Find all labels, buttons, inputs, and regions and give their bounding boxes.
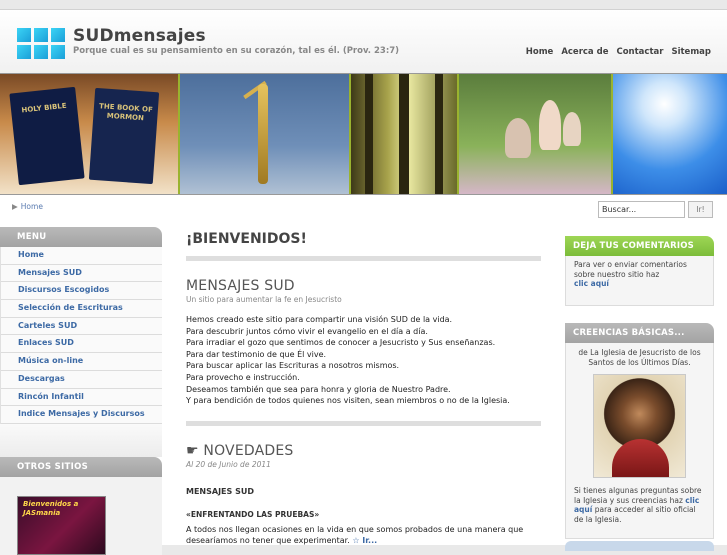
news-item-text: A todos nos llegan ocasiones en la vida … bbox=[186, 524, 524, 546]
intro-text: Hemos creado este sitio para compartir u… bbox=[186, 314, 541, 407]
menu-item-musica[interactable]: Música on-line bbox=[1, 353, 162, 371]
left-sidebar: MENU Home Mensajes SUD Discursos Escogid… bbox=[0, 227, 162, 555]
banner-sacred-grove-image bbox=[349, 74, 457, 194]
welcome-heading: ¡BIENVENIDOS! bbox=[186, 231, 307, 247]
main-content: ¡BIENVENIDOS! MENSAJES SUD Un sitio para… bbox=[186, 227, 541, 547]
search-button[interactable]: Ir! bbox=[688, 201, 713, 218]
intro-line: Hemos creado este sitio para compartir u… bbox=[186, 315, 453, 324]
nav-sitemap[interactable]: Sitemap bbox=[671, 47, 711, 57]
read-more-link[interactable]: ☆ Ir... bbox=[352, 536, 377, 545]
menu-item-rincon[interactable]: Rincón Infantil bbox=[1, 389, 162, 407]
jasmania-banner-link[interactable]: Bienvenidos a JASmania bbox=[17, 495, 106, 555]
beliefs-heading: CREENCIAS BÁSICAS... bbox=[565, 323, 714, 343]
page: SUDmensajes Porque cual es su pensamient… bbox=[0, 9, 727, 555]
intro-line: Y para bendición de todos quienes nos vi… bbox=[186, 396, 510, 406]
other-sites-box: Bienvenidos a JASmania bbox=[0, 476, 162, 555]
header-banner: HOLY BIBLE THE BOOK OF MORMON bbox=[0, 73, 727, 195]
intro-line: Para buscar aplicar las Escrituras a nos… bbox=[186, 361, 400, 371]
menu-item-discursos[interactable]: Discursos Escogidos bbox=[1, 282, 162, 301]
menu-item-escrituras[interactable]: Selección de Escrituras bbox=[1, 300, 162, 318]
beliefs-text: Si tienes algunas preguntas sobre la Igl… bbox=[574, 486, 702, 524]
menu-item-carteles[interactable]: Carteles SUD bbox=[1, 318, 162, 336]
intro-line: Para descubrir juntos cómo vivir el evan… bbox=[186, 326, 428, 336]
divider bbox=[186, 256, 541, 261]
other-sites-heading: OTROS SITIOS bbox=[0, 456, 162, 477]
menu-item-indice[interactable]: Indice Mensajes y Discursos bbox=[1, 406, 162, 424]
breadcrumb[interactable]: ▶ Home bbox=[12, 202, 43, 211]
menu-item-descargas[interactable]: Descargas bbox=[1, 371, 162, 389]
nav-contact[interactable]: Contactar bbox=[616, 47, 663, 57]
book-of-mormon: THE BOOK OF MORMON bbox=[88, 87, 160, 185]
comments-heading: DEJA TUS COMENTARIOS bbox=[565, 236, 714, 256]
section-subtitle: Un sitio para aumentar la fe en Jesucris… bbox=[186, 295, 342, 304]
intro-line: Para provecho e instrucción. bbox=[186, 372, 300, 382]
top-navigation: Home Acerca de Contactar Sitemap bbox=[526, 47, 711, 57]
intro-line: Para dar testimonio de que Él vive. bbox=[186, 349, 327, 359]
intro-line: Para irradiar el gozo que sentimos de co… bbox=[186, 338, 496, 348]
banner-scriptures-image: HOLY BIBLE THE BOOK OF MORMON bbox=[0, 74, 178, 194]
section-title-mensajes: MENSAJES SUD bbox=[186, 278, 295, 294]
menu-heading: MENU bbox=[0, 227, 162, 247]
banner-sky-image bbox=[611, 74, 727, 194]
bible-book: HOLY BIBLE bbox=[9, 86, 85, 186]
menu-item-home[interactable]: Home bbox=[1, 247, 162, 265]
intro-line: Deseamos también que sea para honra y gl… bbox=[186, 384, 451, 394]
main-menu: Home Mensajes SUD Discursos Escogidos Se… bbox=[0, 247, 162, 424]
search-input[interactable] bbox=[598, 201, 685, 218]
site-title[interactable]: SUDmensajes bbox=[73, 26, 206, 46]
site-tagline: Porque cual es su pensamiento en su cora… bbox=[73, 46, 400, 56]
comments-box: Para ver o enviar comentarios sobre nues… bbox=[565, 256, 714, 306]
nav-about[interactable]: Acerca de bbox=[561, 47, 608, 57]
divider bbox=[186, 420, 541, 426]
comments-link[interactable]: clic aquí bbox=[574, 279, 609, 288]
site-header: SUDmensajes Porque cual es su pensamient… bbox=[0, 10, 727, 73]
beliefs-box: de La Iglesia de Jesucristo de los Santo… bbox=[565, 343, 714, 539]
news-item-title[interactable]: «ENFRENTANDO LAS PRUEBAS» bbox=[186, 510, 541, 519]
nav-home[interactable]: Home bbox=[526, 47, 554, 57]
news-heading: MENSAJES SUD bbox=[186, 486, 254, 496]
beliefs-intro: de La Iglesia de Jesucristo de los Santo… bbox=[578, 348, 701, 367]
menu-item-mensajes[interactable]: Mensajes SUD bbox=[1, 265, 162, 283]
banner-angel-moroni-image bbox=[178, 74, 349, 194]
news-date: Al 20 de Junio de 2011 bbox=[186, 459, 271, 469]
next-panel-tab bbox=[565, 541, 714, 551]
right-sidebar: DEJA TUS COMENTARIOS Para ver o enviar c… bbox=[565, 236, 714, 539]
banner-family-image bbox=[457, 74, 611, 194]
site-logo-icon[interactable] bbox=[17, 28, 65, 60]
jesus-portrait-image bbox=[593, 374, 686, 478]
menu-item-enlaces[interactable]: Enlaces SUD bbox=[1, 335, 162, 354]
news-title: ☛ NOVEDADES bbox=[186, 442, 294, 459]
